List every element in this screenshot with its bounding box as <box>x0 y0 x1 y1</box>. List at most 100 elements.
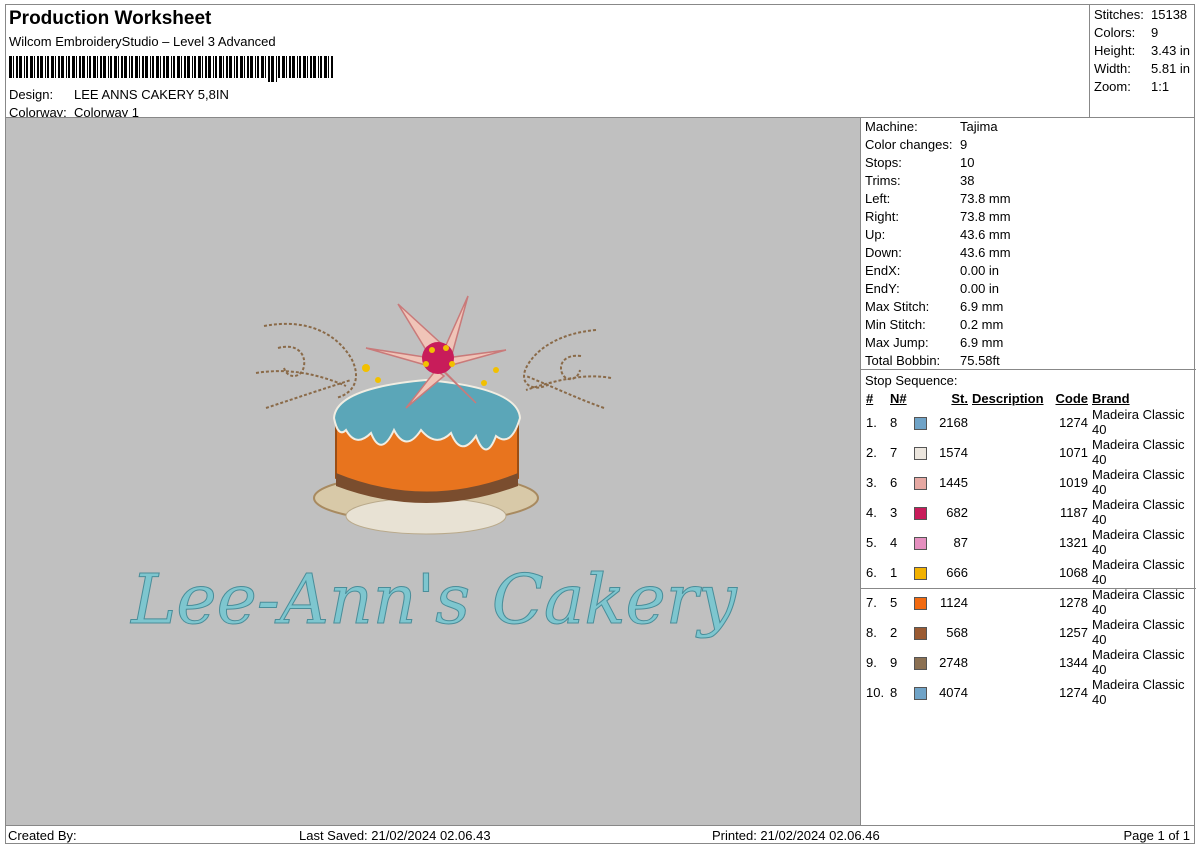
barcode-bar <box>213 56 214 78</box>
barcode-bar <box>278 56 280 78</box>
barcode-bar <box>286 56 287 78</box>
barcode-bar <box>103 56 106 78</box>
stop-sequence-table: # N# St. Description Code Brand 1. 8 2168 1… <box>864 389 1196 708</box>
color-swatch <box>914 686 927 700</box>
barcode-bar <box>299 56 301 78</box>
barcode-bar <box>47 56 49 78</box>
machine-stat-label: Max Jump: <box>865 335 929 350</box>
row-code: 1274 <box>1059 414 1088 430</box>
row-code: 1274 <box>1059 684 1088 700</box>
machine-stat-value: 9 <box>960 137 968 152</box>
row-brand: Madeira Classic 40 <box>1092 527 1185 557</box>
row-needle: 9 <box>890 654 898 670</box>
worksheet-header: Production Worksheet Wilcom EmbroiderySt… <box>6 5 1089 120</box>
barcode-bar <box>247 56 249 78</box>
row-swatch <box>912 587 930 617</box>
color-swatch <box>914 596 927 610</box>
machine-stat-row: Machine: Tajima <box>865 119 998 134</box>
machine-stat-value: 73.8 mm <box>960 209 1011 224</box>
row-brand: Madeira Classic 40 <box>1092 437 1185 467</box>
row-code: 1019 <box>1059 474 1088 490</box>
row-description <box>970 677 1052 707</box>
machine-stat-row: Max Jump: 6.9 mm <box>865 335 1003 350</box>
row-index: 9. <box>866 654 877 670</box>
barcode-bar <box>307 56 308 78</box>
barcode-bar <box>292 56 295 78</box>
barcode-bar <box>234 56 235 78</box>
row-brand: Madeira Classic 40 <box>1092 557 1185 587</box>
row-description <box>970 617 1052 647</box>
row-swatch <box>912 647 930 677</box>
table-row: 3. 6 1445 1019 Madeira Classic 40 <box>864 467 1196 497</box>
barcode-bar <box>160 56 161 78</box>
barcode-bar <box>37 56 39 78</box>
row-code: 1068 <box>1059 564 1088 580</box>
barcode-bar <box>313 56 316 78</box>
barcode-bar <box>202 56 203 78</box>
row-index: 7. <box>866 594 877 610</box>
design-row: Design: LEE ANNS CAKERY 5,8IN <box>9 87 229 102</box>
last-saved: Last Saved: 21/02/2024 02.06.43 <box>299 828 491 843</box>
barcode-bar <box>24 56 25 78</box>
row-swatch <box>912 407 930 437</box>
software-name: Wilcom EmbroideryStudio – Level 3 Advanc… <box>9 34 276 49</box>
machine-stat-row: Max Stitch: 6.9 mm <box>865 299 1003 314</box>
machine-stat-value: 0.00 in <box>960 281 1000 296</box>
color-swatch <box>914 536 927 550</box>
row-needle: 1 <box>890 564 898 580</box>
row-brand: Madeira Classic 40 <box>1092 647 1185 677</box>
row-index: 1. <box>866 414 877 430</box>
barcode-bar <box>26 56 28 78</box>
barcode-bar <box>114 56 117 78</box>
machine-stat-row: Right: 73.8 mm <box>865 209 1011 224</box>
barcode-bar <box>45 56 46 78</box>
row-needle: 4 <box>890 534 898 550</box>
machine-stat-row: Color changes: 9 <box>865 137 967 152</box>
barcode-bar <box>215 56 217 78</box>
stop-sequence-label: Stop Sequence: <box>865 373 958 388</box>
row-swatch <box>912 467 930 497</box>
barcode-bar <box>303 56 306 78</box>
color-swatch <box>914 476 927 490</box>
row-stitches: 2748 <box>939 654 968 670</box>
barcode-bar <box>177 56 180 78</box>
col-description: Description <box>972 390 1044 406</box>
row-swatch <box>912 437 930 467</box>
col-index: # <box>866 390 874 406</box>
row-description <box>970 467 1052 497</box>
barcode-bar <box>171 56 172 78</box>
machine-panel: Machine: Tajima Color changes: 9 Stops: 10 Tri… <box>860 118 1196 825</box>
stat-colors: Colors: 9 <box>1094 25 1159 40</box>
row-code: 1278 <box>1059 594 1088 610</box>
row-description <box>970 557 1052 587</box>
design-preview: Lee-Ann's Cakery <box>6 118 860 825</box>
machine-stat-label: Max Stitch: <box>865 299 930 314</box>
color-swatch <box>914 416 927 430</box>
color-swatch <box>914 566 927 580</box>
table-row: 6. 1 666 1068 Madeira Classic 40 <box>864 557 1196 587</box>
barcode-bar <box>187 56 190 78</box>
barcode-bar <box>310 56 312 78</box>
barcode-bar <box>276 56 277 82</box>
row-brand: Madeira Classic 40 <box>1092 617 1185 647</box>
barcode-bar <box>58 56 60 78</box>
row-stitches: 4074 <box>939 684 968 700</box>
machine-stat-label: Min Stitch: <box>865 317 926 332</box>
barcode-bar <box>66 56 67 78</box>
barcode-bar <box>244 56 245 78</box>
table-row: 8. 2 568 1257 Madeira Classic 40 <box>864 617 1196 647</box>
machine-stat-label: Trims: <box>865 173 901 188</box>
row-swatch <box>912 527 930 557</box>
machine-stat-row: Down: 43.6 mm <box>865 245 1011 260</box>
row-description <box>970 407 1052 437</box>
machine-stat-value: 75.58ft <box>960 353 1000 368</box>
barcode-bar <box>150 56 151 78</box>
machine-stat-row: EndX: 0.00 in <box>865 263 999 278</box>
row-code: 1187 <box>1060 504 1088 520</box>
row-needle: 8 <box>890 414 898 430</box>
barcode-bar <box>76 56 77 78</box>
barcode-bar <box>163 56 165 78</box>
design-label: Design: <box>9 87 54 102</box>
embroidery-illustration: Lee-Ann's Cakery <box>129 295 739 641</box>
machine-stat-value: 38 <box>960 173 975 188</box>
